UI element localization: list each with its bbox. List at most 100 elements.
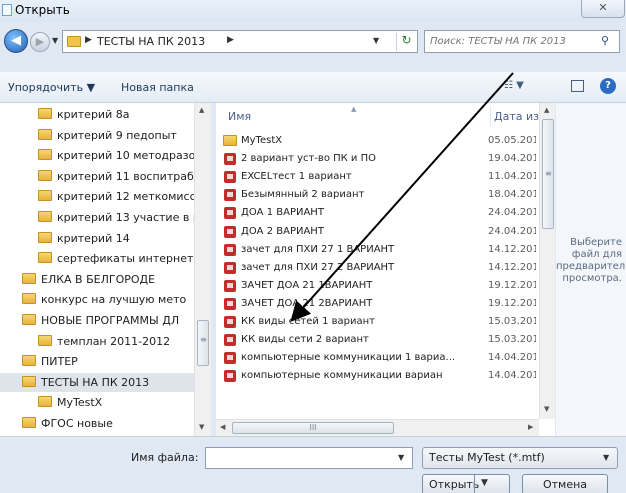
nav-tree-item[interactable]: критерий 9 педопыт bbox=[0, 126, 194, 145]
nav-tree-item[interactable]: критерий 13 участие в р bbox=[0, 208, 200, 227]
file-name: компьютерные коммуникации 1 вариа... bbox=[241, 352, 456, 364]
change-view-icon[interactable]: ☷ ▼ bbox=[504, 80, 524, 91]
nav-scroll-thumb[interactable]: ≡ bbox=[197, 320, 209, 366]
open-button[interactable]: Открыть bbox=[422, 474, 510, 493]
window-title: Открыть bbox=[15, 3, 70, 17]
file-row[interactable]: КК виды сетей 1 вариант 15.03.201 bbox=[216, 313, 538, 331]
folder-icon bbox=[22, 417, 36, 428]
file-row[interactable]: зачет для ПХИ 27 1 ВАРИАНТ 14.12.201 bbox=[216, 241, 538, 259]
nav-tree-item[interactable]: ПИТЕР bbox=[0, 352, 194, 371]
test-file-icon bbox=[224, 316, 236, 328]
file-name: КК виды сетей 1 вариант bbox=[241, 316, 375, 327]
file-row[interactable]: КК виды сети 2 вариант 15.03.201 bbox=[216, 331, 538, 349]
file-date-modified: 14.04.201 bbox=[488, 352, 536, 364]
nav-tree-item[interactable]: критерий 12 меткомисс bbox=[0, 187, 196, 206]
nav-tree-item[interactable]: ТЕСТЫ НА ПК 2013 bbox=[0, 372, 194, 392]
search-input[interactable] bbox=[425, 31, 593, 52]
nav-tree-item[interactable]: критерий 11 воспитраб bbox=[0, 167, 194, 186]
file-row[interactable]: MyTestX 05.05.201 bbox=[216, 132, 538, 150]
nav-tree-item[interactable]: сертефикаты интернет- bbox=[0, 249, 197, 268]
nav-tree-item[interactable]: критерий 14 bbox=[0, 229, 194, 248]
breadcrumb-separator-icon[interactable]: ▶ bbox=[85, 35, 92, 45]
file-date-modified: 14.12.201 bbox=[488, 243, 536, 255]
recent-pages-dropdown-icon[interactable]: ▼ bbox=[52, 36, 58, 45]
nav-tree-item[interactable]: критерий 10 методразо bbox=[0, 146, 195, 165]
file-row[interactable]: ДОА 1 ВАРИАНТ 24.04.201 bbox=[216, 204, 538, 222]
nav-tree-item-label: критерий 12 меткомисс bbox=[57, 190, 196, 204]
filename-combobox[interactable]: ▼ bbox=[205, 447, 413, 469]
file-row[interactable]: компьютерные коммуникации 1 вариа... 14.0… bbox=[216, 349, 538, 367]
open-options-dropdown-icon[interactable]: ▼ bbox=[481, 478, 488, 488]
test-file-icon bbox=[224, 207, 236, 220]
scroll-down-icon[interactable]: ▼ bbox=[199, 423, 204, 431]
file-row[interactable]: EXCELтест 1 вариант 11.04.201 bbox=[216, 168, 538, 186]
search-box[interactable]: ⚲ bbox=[424, 30, 620, 53]
preview-pane-toggle-icon[interactable] bbox=[571, 80, 584, 92]
filename-dropdown-icon[interactable]: ▼ bbox=[398, 453, 404, 462]
address-history-dropdown-icon[interactable]: ▼ bbox=[373, 36, 379, 45]
nav-tree-item[interactable]: НОВЫЕ ПРОГРАММЫ ДЛ bbox=[0, 311, 194, 330]
breadcrumb-separator-icon[interactable]: ▶ bbox=[227, 35, 234, 45]
file-type-select[interactable]: Тесты MyTest (*.mtf) ▼ bbox=[422, 447, 618, 469]
scroll-up-icon[interactable]: ▲ bbox=[199, 106, 204, 114]
close-button[interactable]: ✕ bbox=[581, 0, 625, 18]
cancel-button[interactable]: Отмена bbox=[522, 474, 608, 493]
column-header-date[interactable]: Дата изм bbox=[494, 103, 539, 130]
file-date-modified: 19.12.201 bbox=[488, 279, 536, 291]
scroll-grip-icon: ≡ bbox=[200, 335, 207, 344]
file-row[interactable]: 2 вариант уст-во ПК и ПО 19.04.201 bbox=[216, 150, 538, 168]
refresh-icon[interactable]: ↻ bbox=[396, 33, 416, 51]
search-icon[interactable]: ⚲ bbox=[601, 34, 609, 47]
nav-pane-scrollbar[interactable]: ▲ ≡ ▼ bbox=[194, 103, 211, 436]
preview-placeholder-text: Выберите файл для предварительного просм… bbox=[556, 237, 626, 284]
column-divider[interactable] bbox=[490, 106, 491, 126]
help-icon[interactable]: ? bbox=[600, 78, 616, 94]
nav-tree-item[interactable]: MyTestX bbox=[0, 393, 194, 412]
nav-tree-item[interactable]: конкурс на лучшую мето bbox=[0, 290, 194, 309]
address-bar[interactable]: ▶ ТЕСТЫ НА ПК 2013 ▶ ▼ ↻ bbox=[62, 30, 418, 53]
nav-tree-item-label: критерий 11 воспитраб bbox=[57, 169, 194, 183]
nav-tree-item-label: НОВЫЕ ПРОГРАММЫ ДЛ bbox=[41, 314, 180, 327]
breadcrumb-current-folder[interactable]: ТЕСТЫ НА ПК 2013 bbox=[97, 35, 205, 48]
close-icon: ✕ bbox=[598, 1, 608, 14]
folder-icon bbox=[38, 149, 52, 161]
file-list-horizontal-scrollbar[interactable]: ◀ III ▶ bbox=[216, 419, 539, 436]
column-header-name[interactable]: Имя bbox=[228, 103, 428, 130]
test-file-icon bbox=[224, 370, 236, 383]
file-list-vertical-scrollbar[interactable]: ▲ ≡ ▼ bbox=[539, 103, 555, 419]
folder-icon bbox=[38, 169, 52, 181]
help-glyph: ? bbox=[605, 80, 611, 91]
cancel-button-label: Отмена bbox=[542, 478, 588, 491]
new-folder-button[interactable]: Новая папка bbox=[121, 81, 194, 94]
scroll-left-icon[interactable]: ◀ bbox=[220, 423, 225, 431]
folder-icon bbox=[38, 128, 52, 140]
nav-tree-item[interactable]: критерий 8а bbox=[0, 105, 194, 124]
file-vscroll-thumb[interactable]: ≡ bbox=[542, 119, 554, 229]
file-row[interactable]: ЗАЧЕТ ДОА 21 2ВАРИАНТ 19.12.201 bbox=[216, 295, 538, 313]
nav-tree-item-label: критерий 13 участие в р bbox=[57, 211, 200, 224]
scroll-right-icon[interactable]: ▶ bbox=[528, 423, 533, 431]
file-row[interactable]: компьютерные коммуникации вариан 14.04.20… bbox=[216, 367, 538, 385]
organize-button[interactable]: Упорядочить ▼ bbox=[8, 81, 95, 94]
forward-arrow-icon: ▶ bbox=[35, 35, 45, 48]
file-date-modified: 14.12.201 bbox=[488, 261, 536, 273]
nav-tree-item[interactable]: темплан 2011-2012 bbox=[0, 332, 194, 351]
test-file-icon bbox=[224, 261, 236, 274]
file-row[interactable]: ЗАЧЕТ ДОА 21 1ВАРИАНТ 19.12.201 bbox=[216, 277, 538, 295]
scroll-down-icon[interactable]: ▼ bbox=[544, 405, 549, 413]
file-date-modified: 24.04.201 bbox=[488, 207, 536, 219]
file-date-modified: 19.04.201 bbox=[488, 153, 536, 165]
test-file-icon bbox=[224, 352, 236, 365]
file-row[interactable]: зачет для ПХИ 27 2 ВАРИАНТ 14.12.201 bbox=[216, 259, 538, 277]
forward-button[interactable]: ▶ bbox=[30, 32, 50, 52]
nav-tree-item[interactable]: ЕЛКА В БЕЛГОРОДЕ bbox=[0, 270, 194, 289]
file-name: зачет для ПХИ 27 2 ВАРИАНТ bbox=[241, 261, 395, 273]
nav-tree-item[interactable]: ФГОС новые bbox=[0, 414, 194, 433]
file-hscroll-thumb[interactable]: III bbox=[232, 422, 394, 434]
back-button[interactable]: ◀ bbox=[4, 29, 28, 53]
filename-input[interactable] bbox=[206, 448, 392, 468]
file-row[interactable]: ДОА 2 ВАРИАНТ 24.04.201 bbox=[216, 223, 538, 241]
test-file-icon bbox=[224, 171, 236, 184]
scroll-up-icon[interactable]: ▲ bbox=[544, 106, 549, 114]
file-row[interactable]: Безымянный 2 вариант 18.04.201 bbox=[216, 186, 538, 204]
